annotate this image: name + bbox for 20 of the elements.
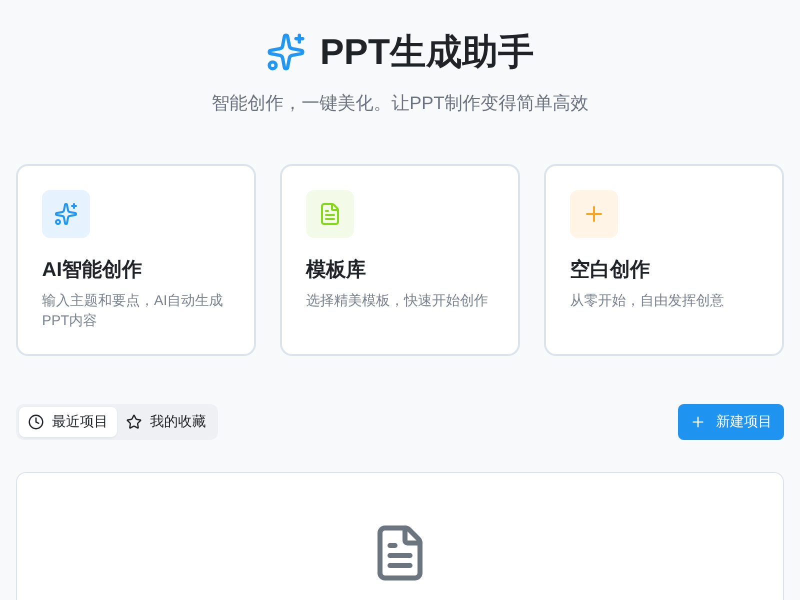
feature-card[interactable]: 空白创作 从零开始，自由发挥创意 — [544, 164, 784, 356]
plus-icon — [570, 190, 618, 238]
feature-card[interactable]: 模板库 选择精美模板，快速开始创作 — [280, 164, 520, 356]
plus-icon — [690, 414, 706, 430]
card-description: 输入主题和要点，AI自动生成PPT内容 — [42, 291, 224, 330]
tab[interactable]: 我的收藏 — [117, 407, 215, 437]
star-icon — [126, 414, 142, 430]
sparkles-icon — [266, 32, 306, 72]
card-title: 模板库 — [306, 258, 367, 283]
card-title: AI智能创作 — [42, 258, 143, 283]
card-title: 空白创作 — [570, 258, 651, 283]
document-icon — [306, 190, 354, 238]
app-title: PPT生成助手 — [320, 30, 534, 74]
card-description: 选择精美模板，快速开始创作 — [306, 291, 489, 310]
card-description: 从零开始，自由发挥创意 — [570, 291, 725, 310]
sparkles-icon — [42, 190, 90, 238]
app-subtitle: 智能创作，一键美化。让PPT制作变得简单高效 — [211, 92, 588, 115]
feature-card[interactable]: AI智能创作 输入主题和要点，AI自动生成PPT内容 — [16, 164, 256, 356]
tab[interactable]: 最近项目 — [19, 407, 117, 437]
clock-icon — [28, 414, 44, 430]
